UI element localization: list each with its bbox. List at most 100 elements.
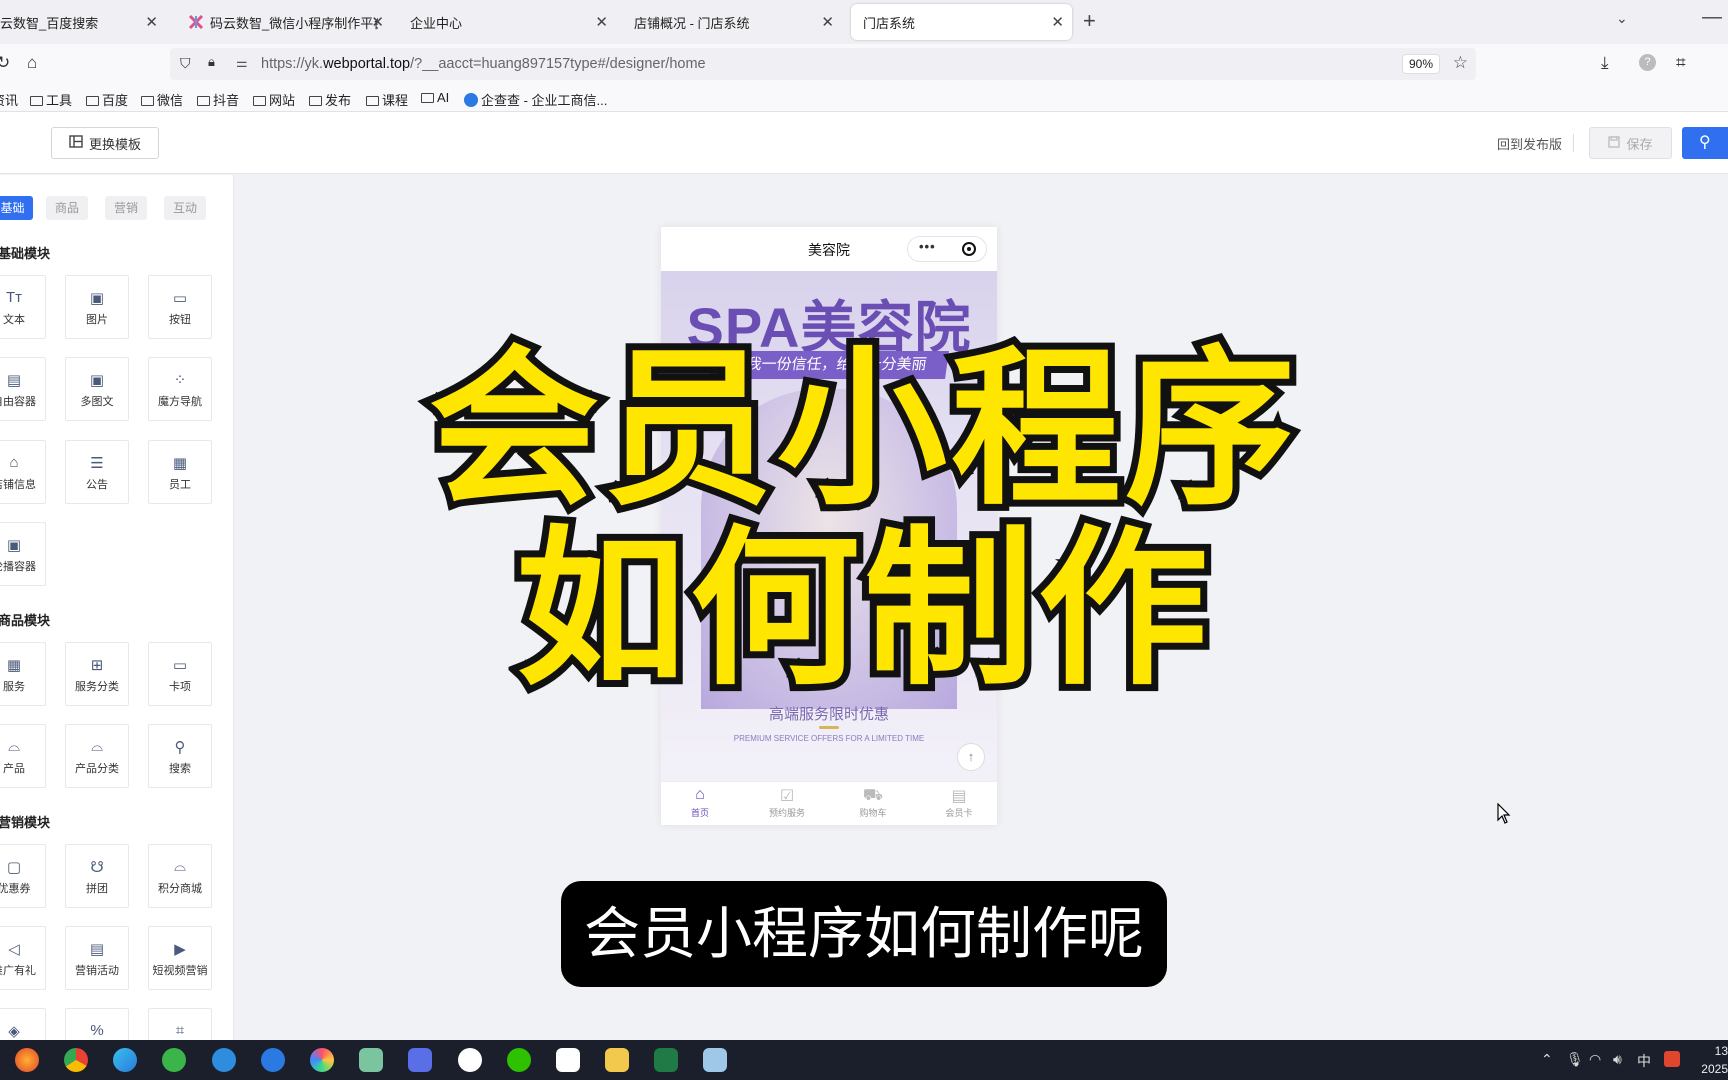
tab-goods[interactable]: 商品 [46, 196, 88, 220]
chevron-down-icon[interactable]: ⌄ [1616, 10, 1628, 27]
tab-baidu-search[interactable]: 云数智_百度搜索 ✕ [0, 4, 166, 40]
phone-nav-cart[interactable]: ⛟ 购物车 [838, 786, 908, 819]
tab-enterprise-center[interactable]: 企业中心 ✕ [398, 4, 616, 40]
close-tab-icon[interactable]: ✕ [371, 13, 384, 31]
home-icon: ⌂ [695, 786, 705, 803]
excel-icon[interactable] [654, 1048, 678, 1072]
promo-title: 高端服务限时优惠 [768, 706, 889, 723]
more-icon[interactable]: ••• [919, 239, 936, 254]
component-short-video[interactable]: ▶ 短视频营销 [148, 926, 212, 990]
component-points-mall[interactable]: ⌓ 积分商城 [148, 844, 212, 908]
settings-app-icon[interactable] [359, 1048, 383, 1072]
phone-nav-home[interactable]: ⌂ 首页 [665, 786, 735, 819]
component-free-container[interactable]: ▤自由容器 [0, 357, 46, 421]
component-scan[interactable]: ⌗ [148, 1008, 212, 1040]
microphone-icon[interactable]: 🎙︎ [1566, 1051, 1584, 1068]
chrome-icon[interactable] [64, 1048, 88, 1072]
crop-screenshot-icon[interactable]: ⌗ [1676, 53, 1686, 73]
component-text[interactable]: Tт 文本 [0, 275, 46, 339]
bookmark-item[interactable]: 资讯 [0, 90, 18, 109]
bookmark-folder[interactable]: 百度 [86, 90, 128, 109]
component-coupon[interactable]: ▢ 优惠券 [0, 844, 46, 908]
app-s-icon[interactable] [212, 1048, 236, 1072]
tab-basic[interactable]: 基础 [0, 196, 33, 220]
close-tab-icon[interactable]: ✕ [821, 13, 834, 31]
component-staff[interactable]: ▦ 员工 [148, 440, 212, 504]
qq-browser-icon[interactable] [261, 1048, 285, 1072]
mini-program-capsule[interactable]: ••• [907, 236, 987, 262]
component-group-buy[interactable]: ☋ 拼团 [65, 844, 129, 908]
new-tab-button[interactable]: + [1083, 8, 1096, 34]
phone-nav-member-card[interactable]: ▤ 会员卡 [924, 786, 994, 819]
zoom-level[interactable]: 90% [1401, 54, 1440, 74]
component-image[interactable]: ▣ 图片 [65, 275, 129, 339]
close-tab-icon[interactable]: ✕ [595, 13, 608, 31]
component-referral-gift[interactable]: ◁推广有礼 [0, 926, 46, 990]
bookmark-folder[interactable]: AI [421, 90, 449, 105]
browser-e-icon[interactable] [162, 1048, 186, 1072]
firefox-icon[interactable] [15, 1048, 39, 1072]
tab-store-overview[interactable]: 店铺概况 - 门店系统 ✕ [622, 4, 842, 40]
bookmark-folder[interactable]: 发布 [309, 90, 351, 109]
component-product[interactable]: ⌓ 产品 [0, 724, 46, 788]
bookmark-folder[interactable]: 工具 [30, 90, 72, 109]
qq-icon[interactable] [458, 1048, 482, 1072]
reload-icon[interactable]: ↻ [0, 53, 10, 73]
save-button[interactable]: 保存 [1589, 127, 1672, 159]
account-icon[interactable]: ? [1639, 54, 1656, 71]
close-tab-icon[interactable]: ✕ [145, 13, 158, 31]
video-editor-icon[interactable] [556, 1048, 580, 1072]
bookmark-folder[interactable]: 课程 [366, 90, 408, 109]
tab-marketing[interactable]: 营销 [105, 196, 147, 220]
component-service[interactable]: ▦ 服务 [0, 642, 46, 706]
component-notice[interactable]: ☰ 公告 [65, 440, 129, 504]
component-cube-nav[interactable]: ⁘ 魔方导航 [148, 357, 212, 421]
component-more[interactable]: ◈ [0, 1008, 46, 1040]
component-search[interactable]: ⚲ 搜索 [148, 724, 212, 788]
component-button[interactable]: ▭ 按钮 [148, 275, 212, 339]
sogou-input-icon[interactable] [1664, 1051, 1680, 1067]
back-to-release-link[interactable]: 回到发布版 [1497, 134, 1562, 153]
tab-store-system[interactable]: 门店系统 ✕ [851, 4, 1072, 40]
address-bar[interactable]: ⛉ 🔒︎ ⚌ https://yk.webportal.top/?__aacct… [170, 48, 1476, 80]
bookmark-qichacha[interactable]: 企查查 - 企业工商信... [464, 90, 607, 109]
component-store-info[interactable]: ⌂店铺信息 [0, 440, 46, 504]
notes-app-icon[interactable] [408, 1048, 432, 1072]
lock-icon[interactable]: 🔒︎ [208, 54, 215, 70]
wifi-icon[interactable]: ◠ [1589, 1051, 1601, 1068]
component-discount[interactable]: % [65, 1008, 129, 1040]
ime-indicator[interactable]: 中 [1637, 1051, 1651, 1071]
phone-nav-booking[interactable]: ☑ 预约服务 [752, 786, 822, 819]
edge-icon[interactable] [113, 1048, 137, 1072]
minimize-window-icon[interactable]: — [1702, 6, 1722, 29]
close-tab-icon[interactable]: ✕ [1051, 13, 1064, 31]
bookmark-folder[interactable]: 抖音 [197, 90, 239, 109]
component-product-category[interactable]: ⌓ 产品分类 [65, 724, 129, 788]
component-multi-image-text[interactable]: ▣ 多图文 [65, 357, 129, 421]
tab-interaction[interactable]: 互动 [164, 196, 206, 220]
colorful-app-icon[interactable] [310, 1048, 334, 1072]
search-button[interactable]: ⚲ [1682, 127, 1728, 159]
component-carousel-container[interactable]: ▣轮播容器 [0, 522, 46, 586]
bookmark-folder[interactable]: 微信 [141, 90, 183, 109]
file-explorer-icon[interactable] [605, 1048, 629, 1072]
back-to-top-icon[interactable]: ↑ [957, 743, 985, 771]
component-card-item[interactable]: ▭ 卡项 [148, 642, 212, 706]
chevron-up-icon[interactable]: ⌃ [1541, 1051, 1553, 1068]
notepad-icon[interactable] [703, 1048, 727, 1072]
system-clock[interactable]: 13 2025 [1698, 1042, 1728, 1078]
bookmark-folder[interactable]: 网站 [253, 90, 295, 109]
wechat-icon[interactable] [507, 1048, 531, 1072]
download-icon[interactable]: ⤓ [1601, 53, 1609, 73]
permissions-icon[interactable]: ⚌ [236, 55, 248, 71]
shield-icon[interactable]: ⛉ [180, 55, 191, 72]
close-target-icon[interactable] [962, 242, 976, 256]
url-text[interactable]: https://yk.webportal.top/?__aacct=huang8… [261, 56, 706, 72]
home-icon[interactable]: ⌂ [27, 53, 37, 73]
component-service-category[interactable]: ⊞ 服务分类 [65, 642, 129, 706]
star-bookmark-icon[interactable]: ☆ [1453, 53, 1468, 73]
component-marketing-activity[interactable]: ▤ 营销活动 [65, 926, 129, 990]
volume-icon[interactable]: 🔊︎ [1613, 1051, 1622, 1068]
swap-template-button[interactable]: 更换模板 [51, 127, 159, 159]
tab-mayun-platform[interactable]: 码云数智_微信小程序制作平台_ ✕ [176, 4, 392, 40]
